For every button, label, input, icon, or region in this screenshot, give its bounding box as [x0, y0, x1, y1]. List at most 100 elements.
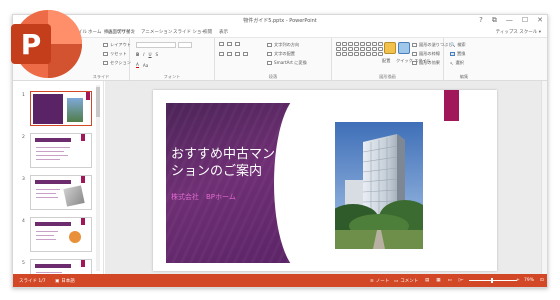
- thumbnail-number: 1: [22, 93, 25, 98]
- drawing-group-label: 図形描画: [379, 74, 396, 79]
- slide-scrollbar[interactable]: [541, 81, 547, 276]
- section-icon: [103, 61, 108, 65]
- underline-icon[interactable]: U: [148, 52, 151, 57]
- thumb-purple-block: [33, 94, 63, 124]
- shapes-gallery[interactable]: [336, 42, 383, 56]
- text-direction-button[interactable]: 文字列の方向: [267, 42, 299, 48]
- select-button[interactable]: ↖ 選択: [450, 60, 464, 66]
- section-button[interactable]: セクション: [103, 60, 131, 66]
- effects-icon: [412, 61, 417, 65]
- status-bar: スライド 1/7 ▣ 日本語 ≡ ノート ▭ コメント ▤ ▦ ▭ ▷ − + 79%…: [13, 274, 547, 287]
- justify-icon[interactable]: [243, 52, 248, 56]
- slide-count: スライド 1/7: [19, 279, 46, 284]
- font-color-icon[interactable]: A: [136, 62, 139, 68]
- minimize-button[interactable]: —: [506, 16, 513, 25]
- zoom-level[interactable]: 79%: [524, 278, 534, 283]
- title-bar: 物件ガイド5.pptx - PowerPoint ? ⧉ — ☐ ✕: [13, 15, 547, 27]
- font-size-input[interactable]: [178, 42, 192, 48]
- comments-button[interactable]: ▭ コメント: [394, 278, 418, 285]
- close-button[interactable]: ✕: [537, 16, 543, 25]
- reset-button[interactable]: リセット: [103, 51, 127, 57]
- bold-icon[interactable]: B: [136, 52, 139, 57]
- replace-icon: [450, 52, 455, 56]
- editing-group: 🔍 検索 置換 ↖ 選択 編集: [444, 38, 484, 82]
- thumbnail-scrollbar[interactable]: [96, 85, 100, 271]
- italic-icon[interactable]: I: [143, 52, 144, 57]
- thumb-line: [36, 239, 56, 240]
- slide-title-line-1: おすすめ中古マン: [171, 147, 276, 162]
- thumb-line: [36, 159, 60, 160]
- tab-home[interactable]: ホーム: [88, 29, 101, 35]
- smartart-button[interactable]: SmartArt に変換: [267, 60, 307, 66]
- ribbon-display-icon[interactable]: ⧉: [492, 16, 497, 25]
- slide-thumbnail-3[interactable]: [30, 175, 92, 210]
- thumb-line: [36, 231, 58, 232]
- layout-button[interactable]: レイアウト: [103, 42, 131, 48]
- zoom-out-icon[interactable]: −: [460, 278, 464, 283]
- tab-transitions[interactable]: 画面切り替え: [108, 29, 135, 35]
- tab-review[interactable]: 校閲: [203, 29, 212, 35]
- zoom-slider-thumb[interactable]: [491, 278, 493, 283]
- align-right-icon[interactable]: [235, 52, 240, 56]
- font-color-row: A Aa: [136, 62, 148, 68]
- slide-thumbnail-pane: 1 2 3 4 5: [13, 81, 104, 276]
- thumb-line: [36, 147, 70, 148]
- fit-slide-icon[interactable]: ⊡: [540, 278, 544, 283]
- highlight-icon[interactable]: Aa: [143, 63, 148, 68]
- user-account[interactable]: ティップス スクール ▾: [496, 29, 541, 35]
- powerpoint-window: 物件ガイド5.pptx - PowerPoint ? ⧉ — ☐ ✕ ファイル …: [12, 14, 548, 288]
- thumb-line: [36, 193, 56, 194]
- slide-thumbnail-4[interactable]: [30, 217, 92, 252]
- scrollbar-thumb[interactable]: [96, 87, 100, 117]
- thumbnail-number: 2: [22, 135, 25, 140]
- paragraph-group-label: 段落: [268, 74, 278, 79]
- tab-view[interactable]: 表示: [219, 29, 228, 35]
- thumb-title-bar: [35, 138, 71, 142]
- document-title: 物件ガイド5.pptx - PowerPoint: [243, 18, 317, 24]
- bullets-icon[interactable]: [219, 42, 224, 46]
- tab-animations[interactable]: アニメーション: [141, 29, 172, 35]
- notes-icon: ≡: [370, 278, 374, 284]
- normal-view-icon[interactable]: ▤: [425, 278, 429, 283]
- font-name-input[interactable]: [136, 42, 176, 48]
- indent-icon[interactable]: [235, 42, 240, 46]
- smartart-icon: [267, 61, 272, 65]
- reset-icon: [103, 52, 108, 56]
- current-slide[interactable]: おすすめ中古マン ションのご案内 株式会社 BPホーム: [153, 90, 497, 271]
- align-text-button[interactable]: 文字の配置: [267, 51, 295, 57]
- font-group-label: フォント: [163, 74, 181, 79]
- thumb-accent: [81, 134, 85, 141]
- strike-icon[interactable]: S: [156, 52, 159, 57]
- slide-subtitle[interactable]: 株式会社 BPホーム: [171, 192, 236, 202]
- reading-view-icon[interactable]: ▭: [448, 278, 452, 283]
- notes-button[interactable]: ≡ ノート: [370, 278, 389, 285]
- text-direction-icon: [267, 43, 272, 47]
- background-curve: [274, 93, 334, 271]
- align-center-icon[interactable]: [227, 52, 232, 56]
- zoom-slider[interactable]: [469, 278, 517, 283]
- building-photo[interactable]: [335, 122, 423, 249]
- arrange-button[interactable]: 配置: [382, 58, 390, 64]
- arrange-icon[interactable]: [384, 42, 396, 54]
- align-left-icon[interactable]: [219, 52, 224, 56]
- window-controls: ? ⧉ — ☐ ✕: [479, 16, 543, 25]
- numbering-icon[interactable]: [227, 42, 232, 46]
- language-indicator[interactable]: ▣ 日本語: [55, 278, 75, 285]
- replace-button[interactable]: 置換: [450, 51, 465, 57]
- shape-outline-button[interactable]: 図形の枠線: [412, 51, 440, 57]
- slide-thumbnail-1[interactable]: [30, 91, 92, 126]
- tab-slideshow[interactable]: スライド ショー: [173, 29, 206, 35]
- slide-sorter-icon[interactable]: ▦: [436, 278, 440, 283]
- shape-effects-button[interactable]: 図形の効果: [412, 60, 440, 66]
- thumb-line: [36, 155, 68, 156]
- quick-styles-icon[interactable]: [398, 42, 410, 54]
- slide-title[interactable]: おすすめ中古マン ションのご案内: [171, 146, 311, 180]
- thumbnail-number: 3: [22, 177, 25, 182]
- help-icon[interactable]: ?: [479, 16, 483, 25]
- slide-thumbnail-2[interactable]: [30, 133, 92, 168]
- find-button[interactable]: 🔍 検索: [450, 42, 466, 48]
- maximize-button[interactable]: ☐: [522, 16, 528, 25]
- zoom-in-icon[interactable]: +: [516, 278, 520, 283]
- cursor-icon: ↖: [450, 60, 454, 66]
- thumb-line: [36, 235, 54, 236]
